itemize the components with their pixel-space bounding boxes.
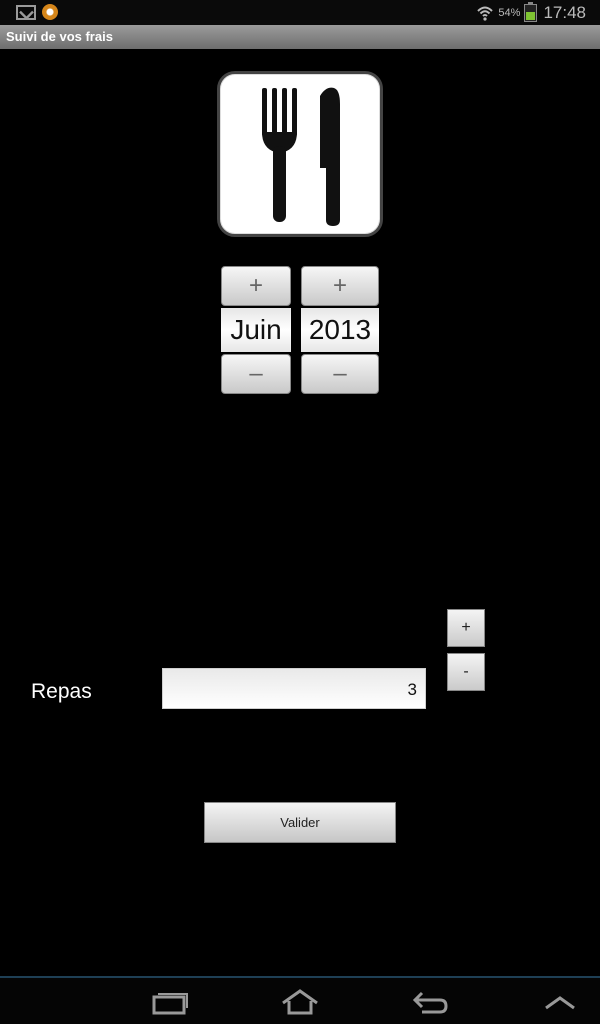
- month-decrement-button[interactable]: –: [221, 354, 291, 394]
- navigation-bar: [0, 976, 600, 1024]
- battery-icon: [524, 2, 538, 22]
- repas-label: Repas: [31, 680, 92, 703]
- battery-percent: 54%: [498, 7, 521, 19]
- home-icon[interactable]: [280, 988, 320, 1016]
- status-bar: 54% 17:48: [0, 0, 600, 25]
- year-increment-button[interactable]: +: [301, 266, 379, 306]
- clock: 17:48: [543, 3, 586, 22]
- menu-up-icon[interactable]: [540, 988, 580, 1016]
- month-value[interactable]: Juin: [221, 308, 291, 352]
- screen: 54% 17:48 Suivi de vos frais + Juin – + …: [0, 0, 600, 1024]
- fork-knife-icon: [217, 71, 383, 237]
- title-bar: Suivi de vos frais: [0, 25, 600, 49]
- year-value[interactable]: 2013: [301, 308, 379, 352]
- wifi-icon: [477, 6, 494, 21]
- repas-minus-button[interactable]: -: [447, 653, 485, 691]
- repas-plus-button[interactable]: +: [447, 609, 485, 647]
- app-title: Suivi de vos frais: [6, 29, 113, 44]
- year-decrement-button[interactable]: –: [301, 354, 379, 394]
- month-picker: + Juin –: [221, 266, 291, 394]
- year-picker: + 2013 –: [301, 266, 379, 394]
- status-area: 54% 17:48: [476, 2, 586, 23]
- notification-icon: [42, 4, 58, 20]
- repas-field[interactable]: 3: [162, 668, 426, 709]
- notification-area: [16, 4, 58, 20]
- back-icon[interactable]: [410, 988, 450, 1016]
- recent-apps-icon[interactable]: [150, 988, 190, 1016]
- valider-button[interactable]: Valider: [204, 802, 396, 843]
- gmail-icon: [16, 4, 36, 20]
- month-increment-button[interactable]: +: [221, 266, 291, 306]
